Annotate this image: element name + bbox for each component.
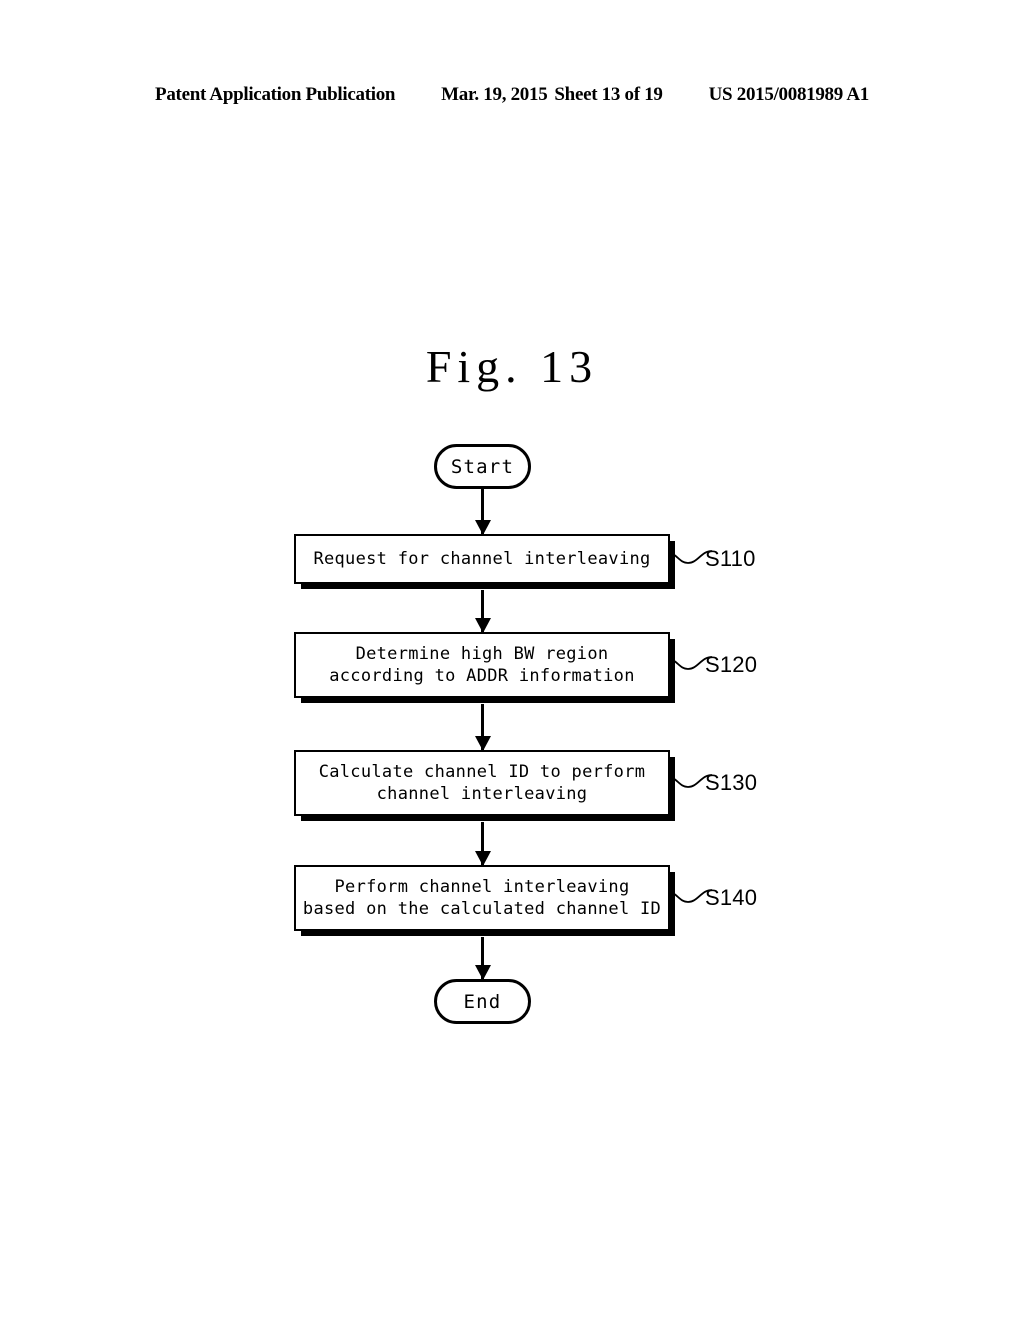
step-ref-s140: S140 [705, 885, 758, 910]
flow-node-s120-line-2: according to ADDR information [329, 666, 635, 686]
flow-node-s140: Perform channel interleaving based on th… [294, 865, 670, 931]
flow-arrow-s110-to-s120 [481, 590, 484, 632]
flow-node-s130: Calculate channel ID to perform channel … [294, 750, 670, 816]
flow-node-s110-line-1: Request for channel interleaving [313, 548, 651, 569]
flow-arrow-s120-to-s130 [481, 704, 484, 750]
flow-node-s120-line-1: Determine high BW region [355, 643, 609, 664]
flow-node-start: Start [434, 444, 531, 489]
flow-node-s140-line-1: Perform channel interleaving [334, 876, 630, 897]
flow-node-s140-line-2: based on the calculated channel ID [302, 899, 662, 919]
flow-arrow-s140-to-end [481, 937, 484, 979]
step-ref-s110: S110 [705, 546, 756, 571]
flowchart-diagram: Start Request for channel interleaving S… [0, 0, 1024, 1320]
step-ref-s120: S120 [705, 652, 758, 677]
step-ref-s130: S130 [705, 770, 758, 795]
flow-node-s130-line-2: channel interleaving [376, 784, 588, 804]
flow-node-start-label: Start [450, 455, 515, 478]
flow-node-s110: Request for channel interleaving [294, 534, 670, 584]
flow-node-s120: Determine high BW region according to AD… [294, 632, 670, 698]
flow-arrow-start-to-s110 [481, 489, 484, 534]
flow-node-end: End [434, 979, 531, 1024]
flow-node-end-label: End [463, 990, 502, 1013]
flow-arrow-s130-to-s140 [481, 822, 484, 865]
flow-node-s130-line-1: Calculate channel ID to perform [318, 761, 646, 782]
